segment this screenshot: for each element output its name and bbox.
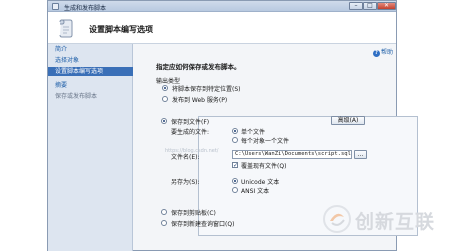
window-title: 生成和发布脚本: [64, 5, 107, 12]
unicode-text-label: Unicode 文本: [241, 179, 280, 186]
instruction-text: 指定应如何保存或发布脚本。: [156, 63, 241, 71]
save-to-file-radio[interactable]: [161, 118, 167, 124]
save-to-clipboard-radio[interactable]: [161, 209, 167, 215]
save-to-query-window-label: 保存到新建查询窗口(Q): [171, 221, 235, 228]
sidebar-item-save-or-publish: 保存或发布脚本: [55, 93, 98, 100]
save-as-label: 另存为(S):: [171, 179, 200, 186]
sidebar-item-set-scripting-options[interactable]: 设置脚本编写选项: [48, 67, 133, 76]
file-per-object-label: 每个对象一个文件: [241, 138, 290, 145]
publish-web-service-radio[interactable]: [162, 96, 168, 102]
script-scroll-icon: [59, 19, 73, 38]
minimize-button[interactable]: –: [349, 2, 363, 10]
browse-button[interactable]: ...: [354, 150, 367, 159]
save-to-location-radio[interactable]: [162, 85, 168, 91]
sidebar-item-summary[interactable]: 摘要: [48, 81, 133, 90]
maximize-button[interactable]: □: [363, 2, 377, 10]
unicode-text-radio[interactable]: [232, 178, 238, 184]
page-title: 设置脚本编写选项: [89, 25, 153, 34]
help-icon: ?: [373, 50, 380, 57]
save-to-location-label: 将脚本保存到特定位置(S): [172, 86, 241, 93]
close-button[interactable]: ✕: [377, 2, 396, 10]
wizard-sidebar: 简介 选择对象 设置脚本编写选项 摘要 保存或发布脚本: [48, 44, 133, 251]
advanced-button[interactable]: 高级(A): [331, 116, 365, 125]
save-to-file-label: 保存到文件(F): [171, 119, 210, 126]
ansi-text-label: ANSI 文本: [241, 188, 270, 195]
save-to-clipboard-label: 保存到剪贴板(C): [171, 210, 216, 217]
help-label: 帮助: [381, 49, 394, 56]
brand-watermark: 创新互联: [320, 200, 450, 245]
sidebar-item-introduction[interactable]: 简介: [48, 45, 133, 54]
brand-logo-icon: [323, 205, 351, 233]
sidebar-item-choose-objects[interactable]: 选择对象: [48, 56, 133, 65]
ansi-text-radio[interactable]: [232, 187, 238, 193]
file-per-object-radio[interactable]: [232, 137, 238, 143]
overwrite-label: 覆盖现有文件(Q): [241, 163, 287, 170]
publish-web-service-label: 发布到 Web 服务(P): [172, 97, 228, 104]
page-header: 设置脚本编写选项: [48, 12, 396, 44]
title-bar: 生成和发布脚本 – □ ✕: [48, 1, 396, 12]
help-link[interactable]: ? 帮助: [373, 47, 393, 57]
filename-input[interactable]: C:\Users\WanZi\Documents\script.sql: [232, 150, 352, 159]
app-icon: [52, 3, 59, 10]
brand-watermark-text: 创新互联: [355, 211, 436, 233]
save-to-query-window-radio[interactable]: [161, 220, 167, 226]
files-to-generate-label: 要生成的文件:: [171, 129, 210, 136]
single-file-label: 单个文件: [241, 129, 266, 136]
single-file-radio[interactable]: [232, 128, 238, 134]
overwrite-checkbox[interactable]: ✓: [232, 162, 238, 169]
blog-watermark: https://blog.csdn.net/: [165, 148, 219, 154]
